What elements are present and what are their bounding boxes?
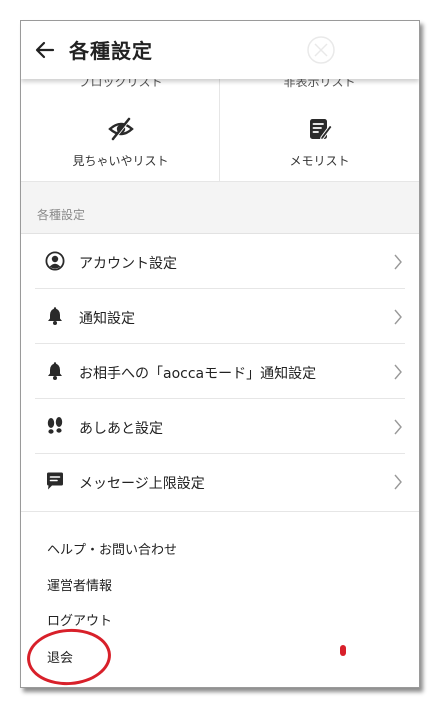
divider xyxy=(21,511,419,512)
settings-item-notification[interactable]: 通知設定 xyxy=(21,289,419,344)
settings-item-footprints[interactable]: あしあと設定 xyxy=(21,399,419,454)
settings-item-label: アカウント設定 xyxy=(79,256,177,272)
highlight-circle-annotation xyxy=(25,626,113,687)
logout-link[interactable]: ログアウト xyxy=(47,610,112,629)
bell-icon xyxy=(48,362,62,380)
eye-slash-icon xyxy=(108,117,134,141)
grid-item-label: 見ちゃいやリスト xyxy=(72,154,169,168)
account-icon xyxy=(45,251,65,271)
settings-item-label: メッセージ上限設定 xyxy=(79,476,205,492)
help-contact-link[interactable]: ヘルプ・お問い合わせ xyxy=(47,539,177,558)
chevron-right-icon xyxy=(394,419,402,435)
chevron-right-icon xyxy=(394,309,402,325)
settings-item-aocca-mode-notification[interactable]: お相手への「aoccaモード」通知設定 xyxy=(21,344,419,399)
grid-item-dont-show-list[interactable]: 見ちゃいやリスト xyxy=(21,99,220,181)
settings-item-label: あしあと設定 xyxy=(79,421,163,437)
settings-item-label: お相手への「aoccaモード」通知設定 xyxy=(79,366,317,382)
grid-item-label: メモリスト xyxy=(289,154,350,168)
header-bar: 各種設定 xyxy=(21,21,419,79)
section-header: 各種設定 xyxy=(21,182,419,234)
chevron-right-icon xyxy=(394,474,402,490)
operator-info-link[interactable]: 運営者情報 xyxy=(47,575,112,594)
settings-item-account[interactable]: アカウント設定 xyxy=(21,234,419,289)
bell-icon xyxy=(48,307,62,325)
chevron-right-icon xyxy=(394,364,402,380)
close-circle-icon xyxy=(307,36,335,64)
list-grid: 見ちゃいやリスト メモリスト xyxy=(21,99,419,182)
message-icon xyxy=(47,472,63,490)
grid-item-memo-list[interactable]: メモリスト xyxy=(220,99,419,181)
page-title: 各種設定 xyxy=(69,39,153,63)
block-list-label[interactable]: ブロックリスト xyxy=(21,79,220,90)
settings-item-label: 通知設定 xyxy=(79,311,135,327)
section-label: 各種設定 xyxy=(37,208,86,222)
chevron-right-icon xyxy=(394,254,402,270)
settings-list: アカウント設定 通知設定 お相手への「aoccaモード」通知設定 あしあと設定 … xyxy=(21,234,419,509)
hidden-list-label[interactable]: 非表示リスト xyxy=(220,79,419,90)
app-screen: 各種設定 ブロックリスト 非表示リスト 見ちゃいやリスト メモリスト 各種設定 … xyxy=(20,20,420,688)
settings-item-message-limit[interactable]: メッセージ上限設定 xyxy=(21,454,419,509)
back-arrow-icon[interactable] xyxy=(35,40,55,60)
memo-pencil-icon xyxy=(310,119,333,141)
scrolled-grid-row: ブロックリスト 非表示リスト xyxy=(21,79,419,100)
footprints-icon xyxy=(47,417,63,434)
red-dot-annotation xyxy=(340,645,346,656)
